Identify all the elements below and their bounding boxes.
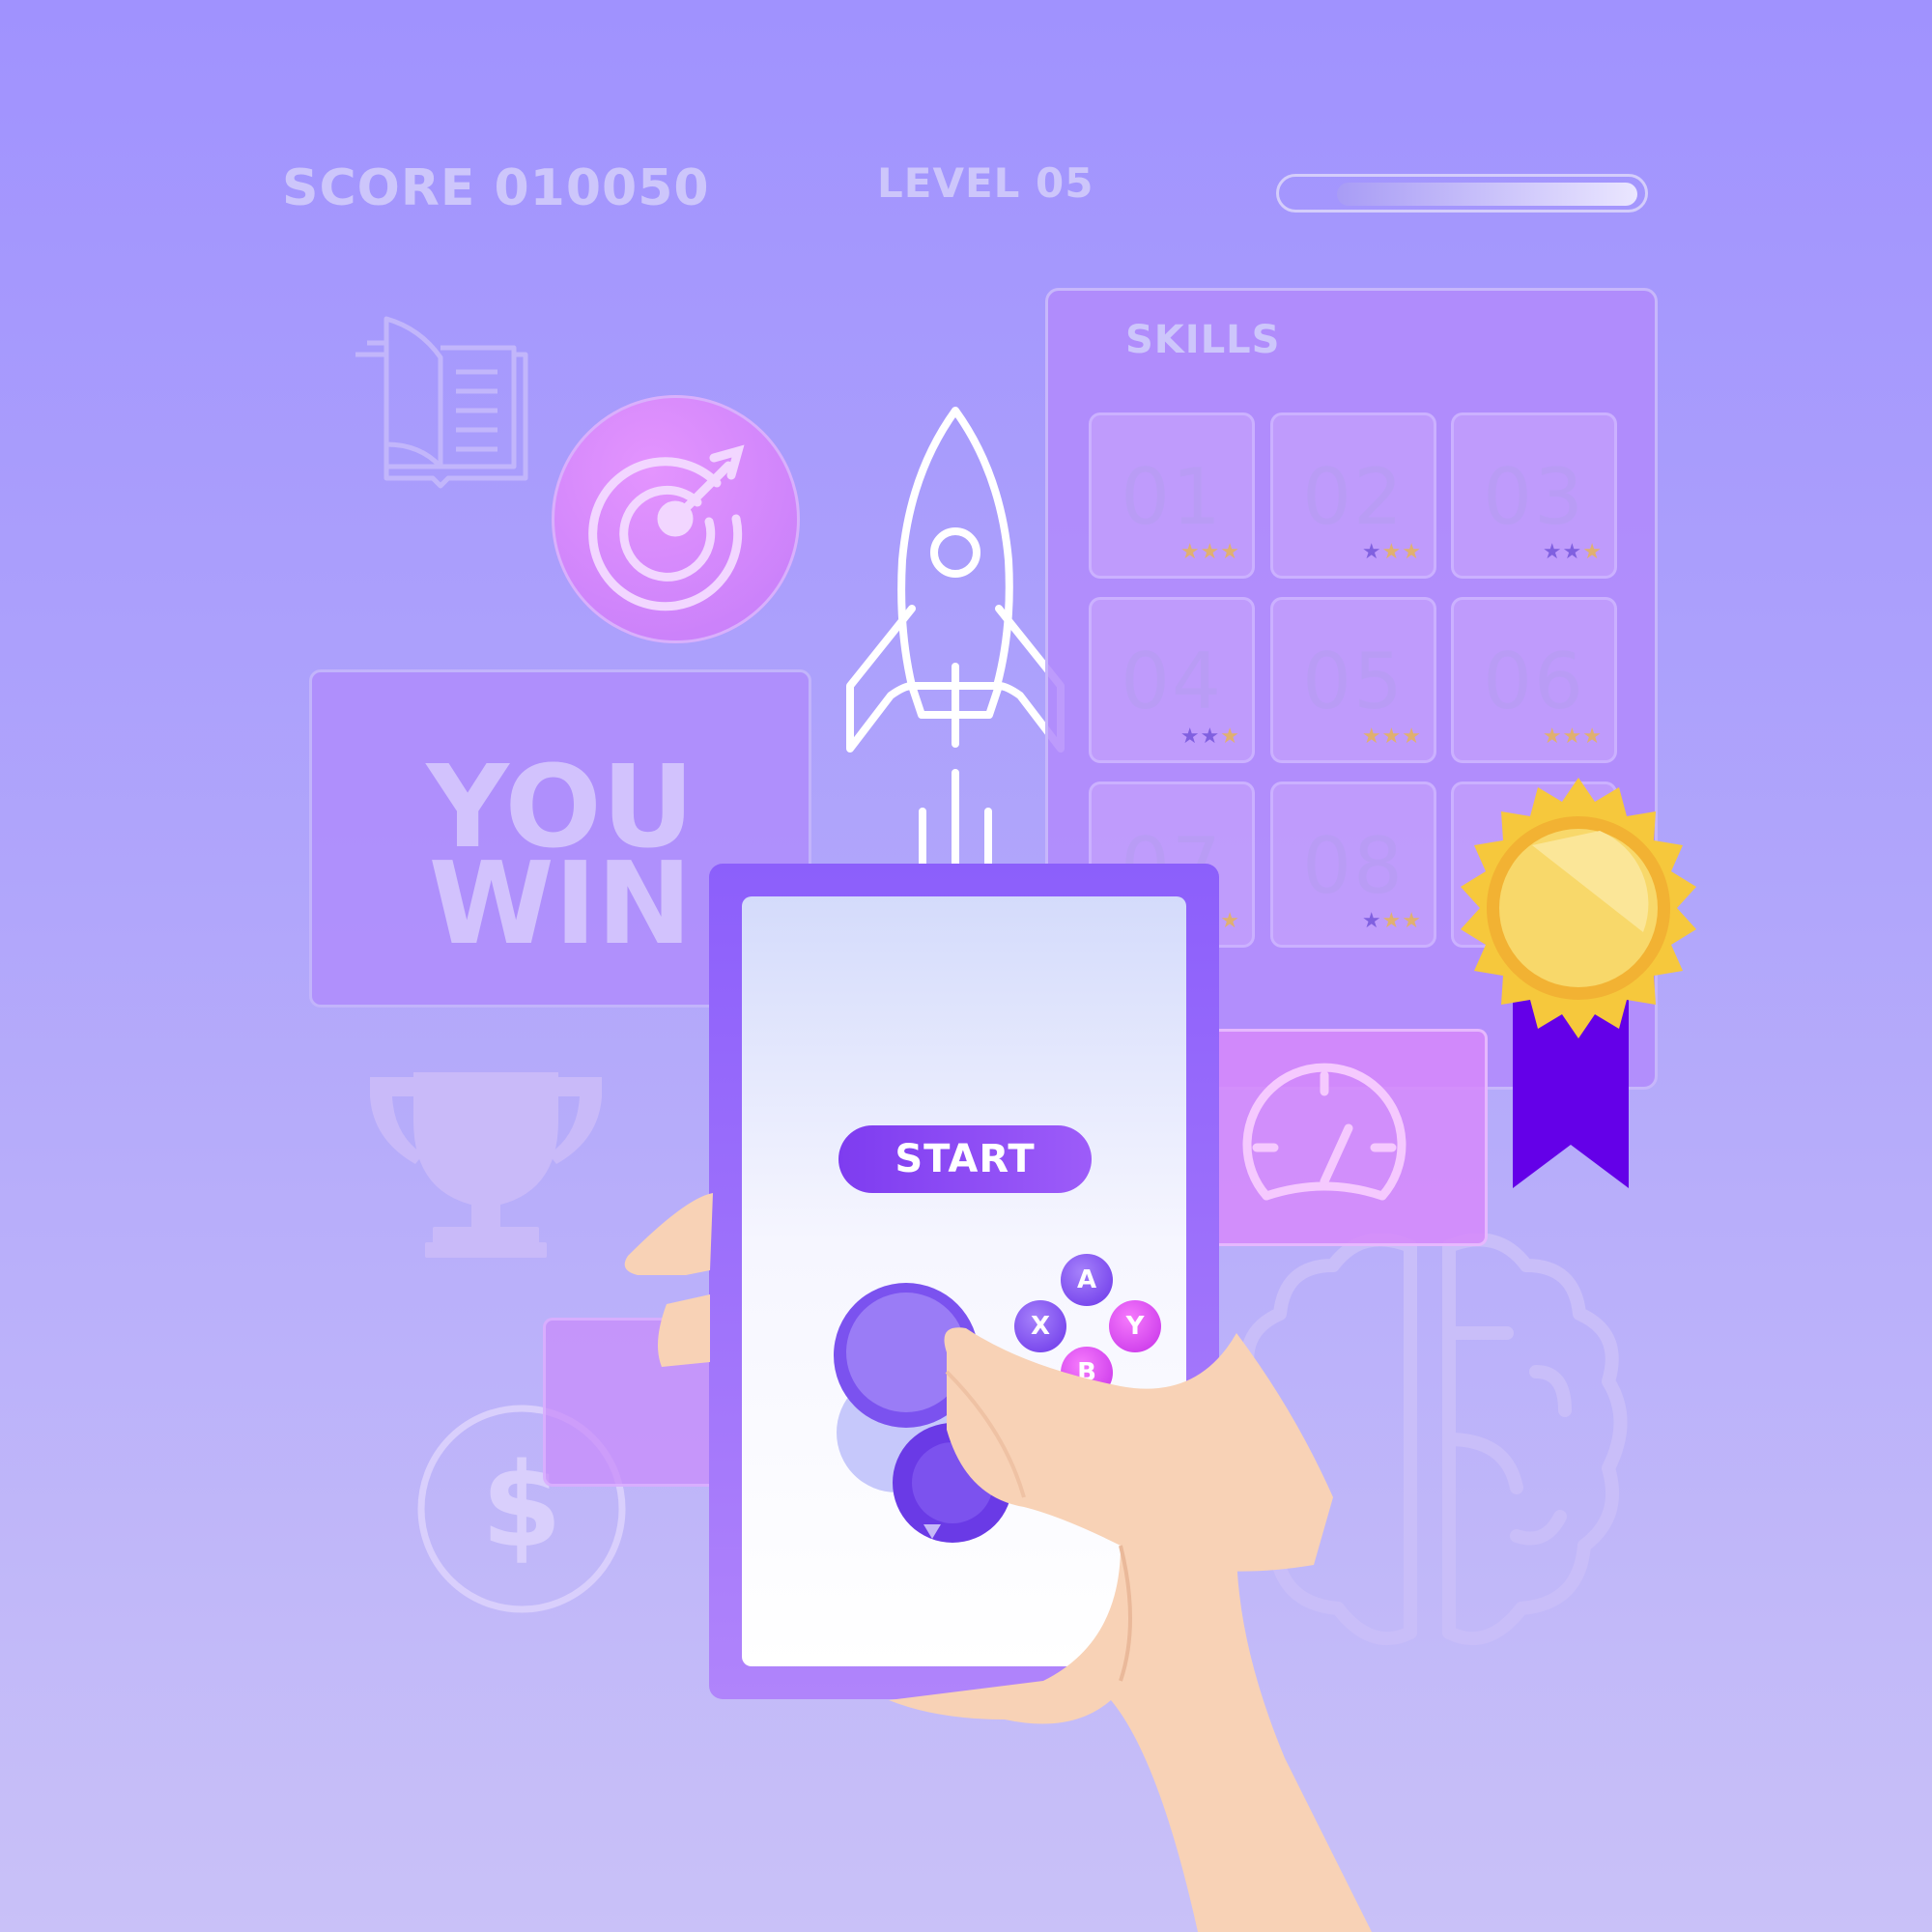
target-icon — [588, 444, 745, 611]
skill-tile-02[interactable]: 02 ★★★ — [1270, 412, 1436, 579]
skills-title: SKILLS — [1125, 318, 1281, 362]
star-rating: ★★★ — [1542, 724, 1603, 749]
level-progress-bar — [1276, 174, 1648, 213]
skill-tile-08[interactable]: 08 ★★★ — [1270, 781, 1436, 948]
skill-tile-03[interactable]: 03 ★★★ — [1451, 412, 1617, 579]
progress-fill — [1337, 183, 1637, 206]
skill-tile-06[interactable]: 06 ★★★ — [1451, 597, 1617, 763]
skill-tile-label: 04 — [1121, 637, 1223, 726]
score-readout: SCORE 010050 — [282, 159, 710, 217]
target-badge — [552, 395, 800, 643]
star-rating: ★★★ — [1361, 724, 1422, 749]
level-readout: LEVEL 05 — [877, 159, 1094, 207]
star-rating: ★★★ — [1542, 540, 1603, 564]
skill-tile-label: 08 — [1302, 821, 1405, 911]
star-rating: ★★★ — [1179, 540, 1240, 564]
star-rating: ★★★ — [1361, 909, 1422, 933]
star-rating: ★★★ — [1361, 540, 1422, 564]
book-icon — [355, 316, 528, 489]
skill-tile-01[interactable]: 01 ★★★ — [1089, 412, 1255, 579]
star-rating: ★★★ — [1179, 724, 1240, 749]
award-badge-icon — [1461, 778, 1696, 1188]
skill-tile-label: 03 — [1483, 452, 1585, 542]
skill-tile-05[interactable]: 05 ★★★ — [1270, 597, 1436, 763]
hand-icon — [624, 1193, 1372, 1932]
skill-tile-label: 02 — [1302, 452, 1405, 542]
skill-tile-label: 06 — [1483, 637, 1585, 726]
skill-tile-04[interactable]: 04 ★★★ — [1089, 597, 1255, 763]
trophy-icon — [370, 1072, 602, 1258]
skill-tile-label: 01 — [1121, 452, 1223, 542]
skill-tile-label: 05 — [1302, 637, 1405, 726]
